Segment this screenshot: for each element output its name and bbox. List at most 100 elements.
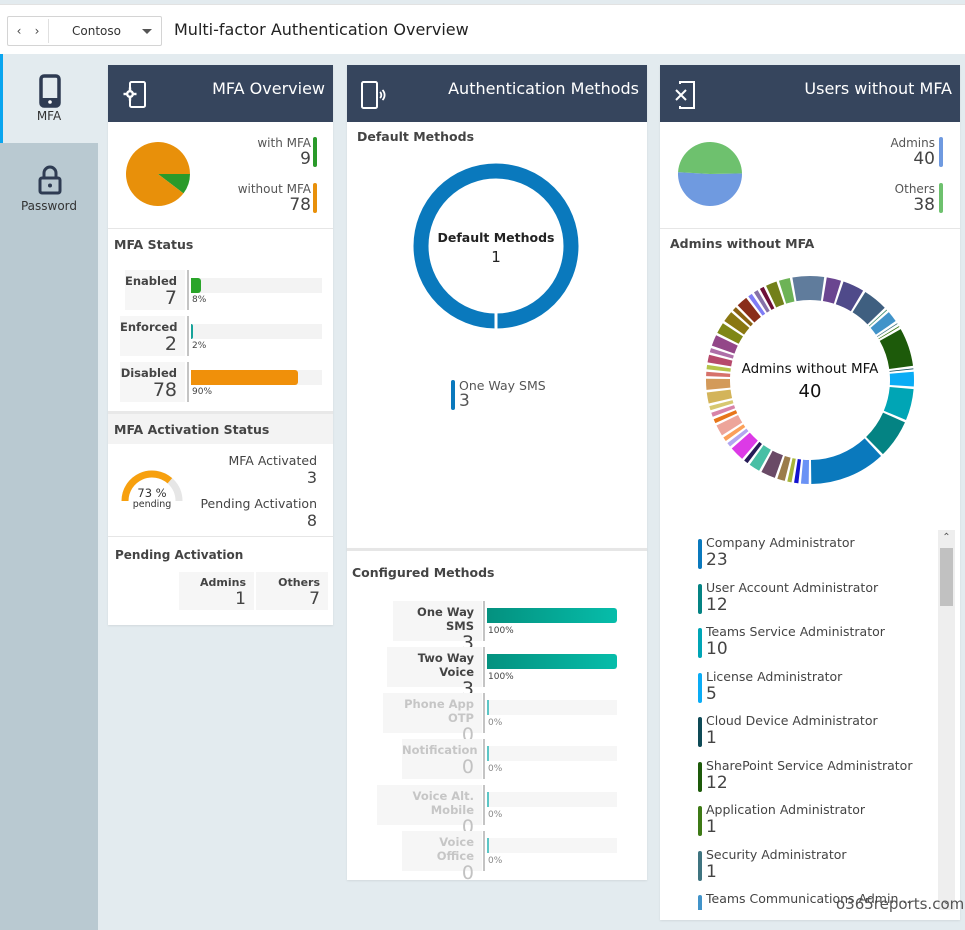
sidebar-item-password[interactable]: Password	[0, 143, 98, 232]
stat-label: Disabled	[120, 366, 177, 380]
method-bar-fill	[487, 838, 489, 853]
role-value: 12	[706, 772, 728, 793]
users-pie-slice-admins	[678, 172, 742, 207]
stat-label: Others	[278, 576, 320, 589]
status-bar-fill	[191, 370, 299, 385]
admin-role-item[interactable]: Teams Service Administrator 10	[698, 624, 928, 664]
stat-separator	[187, 362, 189, 402]
method-bar-fill	[487, 792, 489, 807]
sidebar-item-mfa[interactable]: MFA	[0, 54, 98, 143]
donut-center-value: 40	[798, 381, 822, 402]
stat-label: Voice Office	[436, 835, 474, 863]
status-bar-percent: 2%	[192, 341, 207, 351]
donut-segment	[792, 276, 825, 302]
status-bar-track	[191, 324, 322, 339]
admin-role-item[interactable]: Company Administrator 23	[698, 535, 928, 575]
admin-role-item[interactable]: License Administrator 5	[698, 669, 928, 709]
legend-one-way-sms: One Way SMS 3	[459, 378, 546, 410]
method-bar-track	[487, 838, 617, 853]
stat-value: 7	[164, 287, 177, 309]
method-bar-track	[487, 654, 617, 669]
admins-donut-chart	[706, 276, 914, 484]
stat-label: Enforced	[120, 320, 178, 334]
method-bar-fill	[487, 700, 489, 715]
legend-without-mfa: without MFA 78	[238, 182, 311, 214]
stat-value: 7	[309, 589, 320, 609]
chevron-left-icon[interactable]: ‹	[12, 22, 26, 40]
admin-role-item[interactable]: SharePoint Service Administrator 12	[698, 758, 928, 798]
users-pie-slice-others	[678, 142, 742, 174]
role-label: Application Administrator	[706, 802, 866, 817]
legend-label: with MFA	[257, 136, 311, 150]
gauge-percent: 73 %	[137, 486, 167, 500]
auth-methods-card: Authentication Methods Default Methods D…	[347, 65, 647, 550]
stat-label: Enabled	[125, 274, 178, 288]
page-title: Multi-factor Authentication Overview	[174, 20, 469, 39]
method-stat: Voice Office 0	[402, 831, 482, 883]
donut-center-value: 1	[491, 248, 501, 266]
admin-role-item[interactable]: User Account Administrator 12	[698, 580, 928, 620]
configured-methods-title: Configured Methods	[352, 565, 495, 580]
configured-methods-card: Configured Methods One Way SMS 3 100% Tw…	[347, 548, 647, 883]
tenant-selector[interactable]: ‹ › Contoso	[7, 16, 162, 46]
divider	[108, 536, 333, 537]
divider	[108, 228, 333, 229]
donut-center-label: Admins without MFA	[741, 361, 879, 377]
role-label: Company Administrator	[706, 535, 855, 550]
role-color-bar	[698, 717, 702, 747]
method-bar-percent: 0%	[488, 718, 503, 728]
status-bar-track	[191, 370, 322, 385]
chevron-right-icon[interactable]: ›	[30, 22, 44, 40]
status-bar-track	[191, 278, 322, 293]
nav-divider	[48, 19, 49, 43]
stat-value: 0	[461, 756, 474, 778]
chevron-up-icon[interactable]: ⌃	[938, 530, 955, 546]
method-bar-percent: 100%	[488, 672, 514, 682]
role-value: 10	[706, 639, 728, 659]
card-header: MFA Overview	[108, 65, 333, 122]
legend-value: 38	[913, 195, 935, 215]
stat-separator	[483, 601, 485, 641]
role-color-bar	[698, 895, 702, 910]
status-bar-fill	[191, 278, 201, 293]
role-label: Cloud Device Administrator	[706, 713, 878, 728]
admin-roles-list[interactable]: Company Administrator 23 User Account Ad…	[698, 535, 938, 910]
role-value: 1	[706, 728, 717, 748]
pending-others: Others 7	[256, 572, 328, 610]
users-without-mfa-card: Users without MFA Admins 40 Others 38 Ad…	[660, 65, 960, 920]
donut-segment	[800, 459, 809, 484]
donut-segment	[811, 438, 882, 484]
legend-label: One Way SMS	[459, 378, 546, 393]
admin-list-scrollbar[interactable]: ⌃ ⌄	[938, 530, 955, 910]
mfa-pie-slice-without-mfa	[126, 142, 190, 206]
stat-label: Voice Alt. Mobile	[412, 789, 474, 817]
activation-section-header: MFA Activation Status	[108, 411, 333, 444]
stat-separator	[483, 693, 485, 733]
role-color-bar	[698, 850, 702, 881]
donut-segment	[737, 297, 761, 323]
status-bar-percent: 8%	[192, 295, 207, 305]
method-bar-fill	[487, 654, 617, 669]
admin-role-item[interactable]: Security Administrator 1	[698, 847, 928, 887]
legend-others: Others 38	[895, 182, 935, 214]
legend-admins: Admins 40	[891, 136, 936, 168]
legend-label: Others	[894, 182, 935, 196]
stat-label: Two Way Voice	[417, 651, 474, 679]
method-bar-fill	[487, 746, 489, 761]
donut-center-label: Default Methods	[437, 230, 555, 245]
status-bar-percent: 90%	[192, 387, 213, 397]
role-color-bar	[698, 539, 702, 569]
divider	[660, 228, 960, 229]
caret-down-icon[interactable]	[142, 29, 152, 34]
stat-separator	[483, 647, 485, 687]
tenant-name[interactable]: Contoso	[72, 24, 121, 38]
admin-role-item[interactable]: Application Administrator 1	[698, 802, 928, 842]
role-value: 23	[706, 550, 728, 570]
method-bar-percent: 0%	[488, 764, 503, 774]
admin-role-item[interactable]: Cloud Device Administrator 1	[698, 713, 928, 753]
legend-color-bar	[313, 137, 317, 167]
scroll-thumb[interactable]	[940, 548, 953, 606]
method-stat: Notification 0	[402, 739, 482, 779]
sidebar: MFA Password	[0, 54, 98, 930]
stat-value: 0	[461, 862, 474, 884]
